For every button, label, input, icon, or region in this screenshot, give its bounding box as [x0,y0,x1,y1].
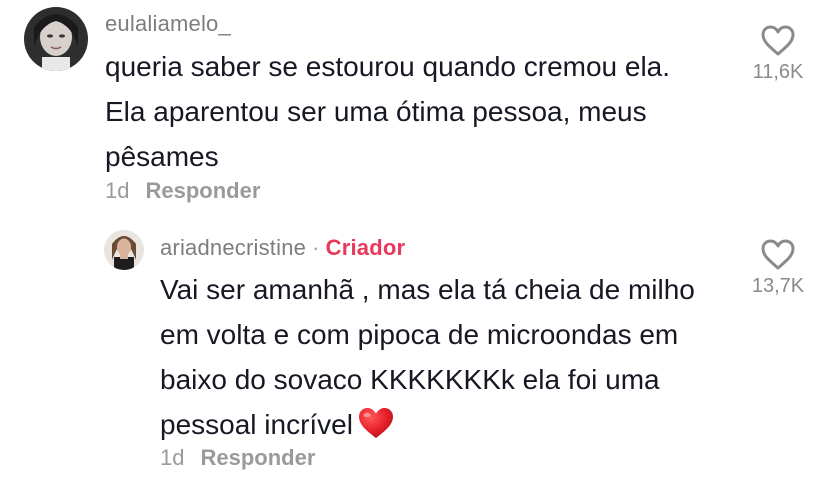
reply-button[interactable]: Responder [200,445,315,470]
comment-text-line-last: pessoal incrível [160,402,695,447]
comment-username-row: ariadnecristine · Criador [160,235,405,261]
like-button[interactable]: 11,6K [743,24,813,84]
comment-text-line: em volta e com pipoca de microondas em [160,319,679,350]
comment-text-line: pêsames [105,141,219,172]
heart-outline-icon [761,239,795,270]
comment-meta: 1d Responder [160,445,315,471]
comment-text-line: baixo do sovaco KKKKKKKk ela foi uma [160,364,660,395]
comment-text-line: Ela aparentou ser uma ótima pessoa, meus [105,96,647,127]
comment-username[interactable]: eulaliamelo_ [105,11,231,37]
avatar-photo [104,230,144,270]
comment-time: 1d [160,445,185,470]
comment-username[interactable]: ariadnecristine [160,235,306,260]
like-count: 11,6K [752,61,804,83]
comment-text-line: pessoal incrível [160,409,353,440]
like-count: 13,7K [751,275,805,297]
reply-button[interactable]: Responder [145,178,260,203]
comment-time: 1d [105,178,130,203]
avatar-photo [24,7,88,71]
red-heart-emoji [358,408,393,438]
comment-text: Vai ser amanhã , mas ela tá cheia de mil… [160,267,695,447]
avatar[interactable] [104,230,144,270]
separator-dot: · [312,235,320,260]
comment-meta: 1d Responder [105,178,260,204]
comment-text: queria saber se estourou quando cremou e… [105,44,670,179]
avatar[interactable] [24,7,88,71]
comment-text-line: Vai ser amanhã , mas ela tá cheia de mil… [160,274,695,305]
comment-text-line: queria saber se estourou quando cremou e… [105,51,671,82]
heart-outline-icon [761,25,795,56]
like-button[interactable]: 13,7K [743,238,813,298]
creator-badge: Criador [325,235,406,260]
